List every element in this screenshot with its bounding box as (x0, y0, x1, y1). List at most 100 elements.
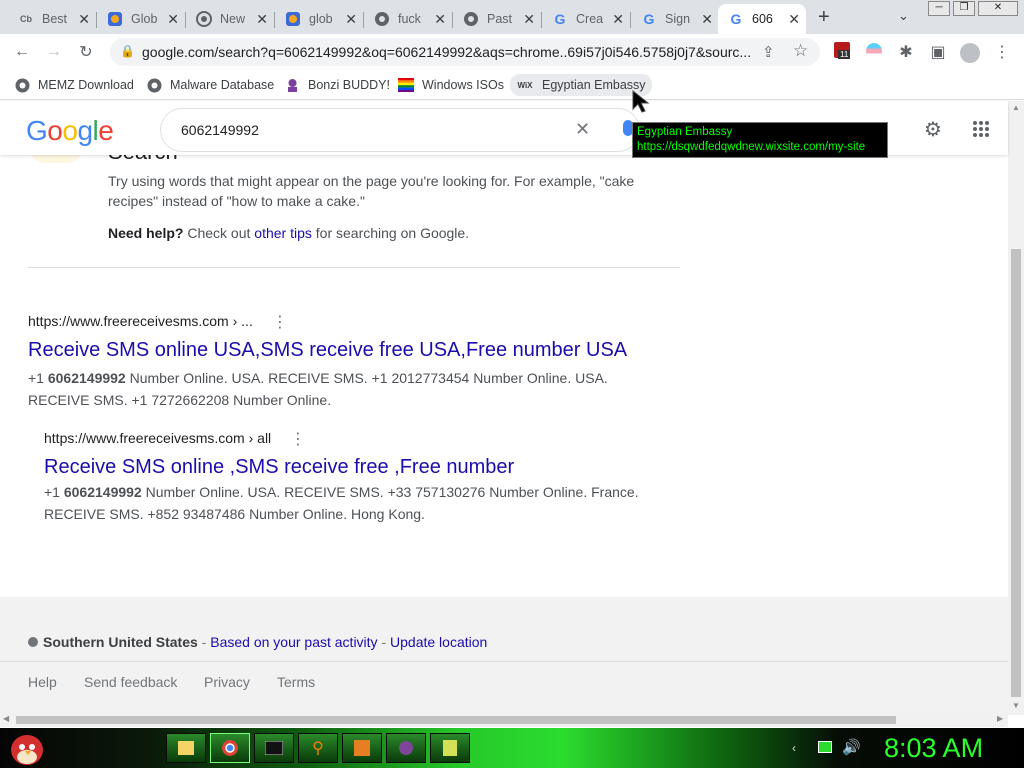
tab-0[interactable]: Cb Best ✕ (8, 4, 97, 34)
scroll-thumb[interactable] (1011, 249, 1021, 697)
address-bar[interactable]: 🔒 google.com/search?q=6062149992&oq=6062… (110, 38, 820, 66)
result-2-url[interactable]: https://www.freereceivesms.com › all (44, 430, 271, 446)
close-tab-icon[interactable]: ✕ (612, 11, 624, 28)
volume-icon[interactable]: 🔊 (842, 738, 861, 756)
tab-2[interactable]: New ✕ (186, 4, 275, 34)
taskbar-search-icon[interactable]: ⚲ (298, 733, 338, 763)
bookmark-tooltip: Egyptian Embassy https://dsqwdfedqwdnew.… (632, 122, 888, 158)
taskbar-explorer-icon[interactable] (166, 733, 206, 763)
tray-chevron-icon[interactable]: ‹ (792, 741, 796, 755)
minimize-button[interactable]: ─ (928, 1, 950, 16)
menu-kebab-icon[interactable]: ⋮ (990, 40, 1014, 64)
tab-title: Crea (576, 12, 604, 26)
extension-badge: 11 (838, 50, 851, 59)
bookmark-malware-database[interactable]: Malware Database (146, 75, 274, 95)
forward-arrow-icon[interactable]: → (42, 40, 66, 64)
taskbar-cmd-icon[interactable] (254, 733, 294, 763)
horizontal-scrollbar[interactable]: ◀ ▶ (0, 713, 1008, 727)
snippet-bold: 6062149992 (47, 370, 126, 386)
result-1-url[interactable]: https://www.freereceivesms.com › ... (28, 313, 253, 329)
google-logo[interactable]: Google (26, 115, 114, 147)
tab-5[interactable]: Past ✕ (453, 4, 542, 34)
result-1-title-link[interactable]: Receive SMS online USA,SMS receive free … (28, 339, 627, 362)
settings-gear-icon[interactable]: ⚙ (924, 117, 942, 142)
new-tab-button[interactable]: + (818, 6, 830, 29)
scroll-down-arrow-icon[interactable]: ▼ (1012, 701, 1020, 710)
tab-title: Best (42, 12, 68, 26)
tab-1[interactable]: Glob ✕ (97, 4, 186, 34)
lock-icon[interactable]: 🔒 (120, 44, 135, 58)
taskbar-chrome-icon[interactable] (210, 733, 250, 763)
close-tab-icon[interactable]: ✕ (788, 11, 800, 28)
tab-title: Past (487, 12, 513, 26)
side-panel-icon[interactable]: ▣ (926, 40, 950, 64)
tab-3[interactable]: glob ✕ (275, 4, 364, 34)
taskbar-clock[interactable]: 8:03 AM (884, 733, 983, 764)
scroll-up-arrow-icon[interactable]: ▲ (1012, 103, 1020, 112)
result-1-more-icon[interactable]: ⋮ (272, 312, 288, 332)
back-arrow-icon[interactable]: ← (10, 40, 34, 64)
restore-button[interactable]: ❐ (953, 1, 975, 16)
google-g-icon: G (643, 11, 655, 27)
taskbar-tor-icon[interactable] (386, 733, 426, 763)
separator: - (197, 634, 211, 650)
result-2-snippet: +1 6062149992 Number Online. USA. RECEIV… (44, 481, 639, 525)
close-tab-icon[interactable]: ✕ (701, 11, 713, 28)
close-window-button[interactable]: ✕ (978, 1, 1018, 16)
snippet-text: +1 (44, 484, 64, 500)
tab-6[interactable]: G Crea ✕ (542, 4, 631, 34)
close-tab-icon[interactable]: ✕ (167, 11, 179, 28)
privacy-link[interactable]: Privacy (204, 674, 250, 690)
network-icon[interactable] (818, 741, 832, 753)
search-input[interactable]: 6062149992 ✕ (160, 108, 640, 152)
share-icon[interactable]: ⇪ (762, 43, 775, 61)
close-tab-icon[interactable]: ✕ (78, 11, 90, 28)
google-g-icon: G (554, 11, 566, 27)
reload-icon[interactable]: ↻ (74, 40, 98, 64)
bookmark-windows-isos[interactable]: Windows ISOs (398, 75, 504, 95)
snippet-text: Number Online. USA. RECEIVE SMS. +33 757… (141, 484, 639, 500)
taskbar-app-icon[interactable] (342, 733, 382, 763)
help-link[interactable]: Help (28, 674, 57, 690)
help-bold: Need help? (108, 225, 184, 241)
google-footer: Southern United States - Based on your p… (0, 597, 1008, 715)
taskbar: ⚲ ‹ 🔊 8:03 AM (0, 728, 1024, 768)
extension-icon[interactable]: 11 (834, 42, 851, 59)
bookmark-star-icon[interactable]: ☆ (793, 41, 808, 61)
bookmark-label: MEMZ Download (38, 78, 134, 92)
bookmark-memz[interactable]: MEMZ Download (14, 75, 134, 95)
help-text: Check out (183, 225, 255, 241)
bookmark-bonzi-buddy[interactable]: Bonzi BUDDY! (284, 75, 390, 95)
update-location-link[interactable]: Update location (390, 634, 487, 650)
close-tab-icon[interactable]: ✕ (434, 11, 446, 28)
close-tab-icon[interactable]: ✕ (523, 11, 535, 28)
terms-link[interactable]: Terms (277, 674, 315, 690)
vertical-scrollbar[interactable]: ▲ ▼ (1008, 101, 1024, 715)
globe-icon (14, 77, 30, 93)
close-tab-icon[interactable]: ✕ (345, 11, 357, 28)
other-tips-link[interactable]: other tips (254, 225, 312, 241)
bookmark-egyptian-embassy[interactable]: WiX Egyptian Embassy (510, 74, 652, 96)
taskbar-notepad-icon[interactable] (430, 733, 470, 763)
scroll-left-arrow-icon[interactable]: ◀ (3, 714, 9, 723)
tab-8-active[interactable]: G 606 ✕ (718, 4, 806, 34)
send-feedback-link[interactable]: Send feedback (84, 674, 177, 690)
scroll-right-arrow-icon[interactable]: ▶ (997, 714, 1003, 723)
tab-search-chevron-icon[interactable]: ⌄ (898, 8, 909, 24)
start-button-angry-bird-icon[interactable] (8, 730, 46, 769)
clear-search-icon[interactable]: ✕ (575, 119, 590, 140)
past-activity-link[interactable]: Based on your past activity (210, 634, 377, 650)
result-2-more-icon[interactable]: ⋮ (290, 429, 306, 449)
avatar[interactable] (960, 43, 980, 63)
globe-icon (146, 77, 162, 93)
globe-icon (463, 11, 479, 27)
profile-flag-icon[interactable] (866, 43, 882, 59)
apps-grid-icon[interactable] (972, 120, 990, 141)
extensions-puzzle-icon[interactable]: ✱ (894, 40, 918, 64)
tab-7[interactable]: G Sign ✕ (631, 4, 719, 34)
tab-4[interactable]: fuck ✕ (364, 4, 453, 34)
hscroll-thumb[interactable] (16, 716, 896, 724)
close-tab-icon[interactable]: ✕ (256, 11, 268, 28)
tab-strip: Cb Best ✕ Glob ✕ New ✕ glob ✕ fuck ✕ Pas… (0, 0, 1024, 34)
result-2-title-link[interactable]: Receive SMS online ,SMS receive free ,Fr… (44, 456, 514, 479)
